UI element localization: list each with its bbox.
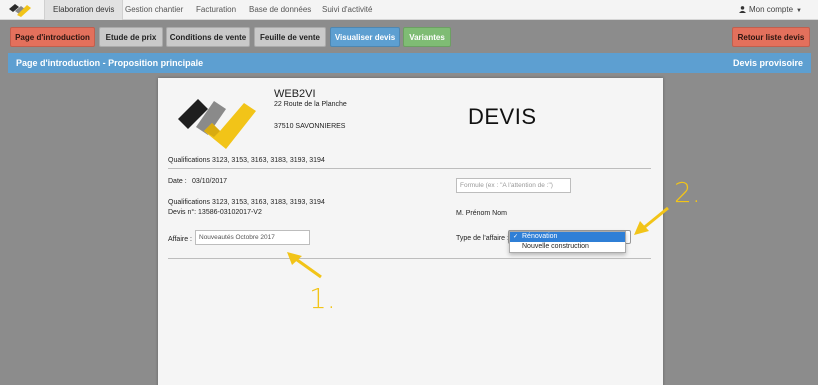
tab-feuille-de-vente[interactable]: Feuille de vente xyxy=(254,27,326,47)
nav-elaboration-devis[interactable]: Elaboration devis xyxy=(44,0,124,20)
company-name: WEB2VI xyxy=(274,88,316,100)
page-banner: Page d'introduction - Proposition princi… xyxy=(8,53,811,73)
tab-etude-de-prix[interactable]: Etude de prix xyxy=(99,27,163,47)
tab-conditions-de-vente[interactable]: Conditions de vente xyxy=(166,27,250,47)
company-address-line1: 22 Route de la Planche xyxy=(274,101,347,108)
nav-facturation[interactable]: Facturation xyxy=(188,0,244,20)
type-option-label: Rénovation xyxy=(522,233,558,240)
account-label: Mon compte xyxy=(749,5,794,14)
type-option-nouvelle-construction[interactable]: Nouvelle construction xyxy=(510,242,625,252)
banner-status: Devis provisoire xyxy=(732,58,803,68)
date-label: Date : xyxy=(168,178,187,185)
annotation-arrow-1-icon xyxy=(287,252,322,279)
top-navbar: Elaboration devis Gestion chantier Factu… xyxy=(0,0,818,20)
retour-liste-devis-button[interactable]: Retour liste devis xyxy=(732,27,810,47)
account-menu[interactable]: Mon compte ▼ xyxy=(739,0,802,20)
caret-down-icon: ▼ xyxy=(796,8,802,14)
type-affaire-label: Type de l'affaire : xyxy=(456,235,509,242)
document-title: DEVIS xyxy=(468,104,537,129)
nav-gestion-chantier[interactable]: Gestion chantier xyxy=(117,0,191,20)
company-address-line2: 37510 SAVONNIERES xyxy=(274,123,346,130)
date-value: 03/10/2017 xyxy=(192,178,228,185)
company-logo-icon xyxy=(178,99,256,149)
nav-suivi-activite[interactable]: Suivi d'activité xyxy=(314,0,380,20)
formule-input[interactable]: Formule (ex : "A l'attention de :") xyxy=(456,178,571,193)
banner-title: Page d'introduction - Proposition princi… xyxy=(16,58,204,68)
type-option-renovation[interactable]: ✓ Rénovation xyxy=(510,232,625,242)
tab-visualiser-devis[interactable]: Visualiser devis xyxy=(330,27,400,47)
devis-number: Devis n°: 13586-03102017-V2 xyxy=(168,209,262,216)
tab-page-introduction[interactable]: Page d'introduction xyxy=(10,27,95,47)
annotation-step-2: 2. xyxy=(674,176,701,209)
logo-icon[interactable] xyxy=(9,3,35,17)
devis-document: WEB2VI 22 Route de la Planche 37510 SAVO… xyxy=(158,78,663,385)
qualifications-header: Qualifications 3123, 3153, 3163, 3183, 3… xyxy=(168,157,325,164)
tab-variantes[interactable]: Variantes xyxy=(403,27,451,47)
client-name: M. Prénom Nom xyxy=(456,210,507,217)
divider-top xyxy=(168,168,651,169)
nav-base-de-donnees[interactable]: Base de données xyxy=(241,0,319,20)
user-icon xyxy=(739,6,747,13)
divider-bottom xyxy=(168,258,651,259)
qualifications-body: Qualifications 3123, 3153, 3163, 3183, 3… xyxy=(168,199,325,206)
affaire-label: Affaire : xyxy=(168,236,192,243)
type-affaire-dropdown: ✓ Rénovation Nouvelle construction xyxy=(509,231,626,253)
annotation-step-1: 1. xyxy=(309,282,336,315)
annotation-arrow-2-icon xyxy=(634,206,669,235)
type-option-label: Nouvelle construction xyxy=(522,243,589,250)
check-icon: ✓ xyxy=(513,234,519,240)
affaire-input[interactable]: Nouveautés Octobre 2017 xyxy=(195,230,310,245)
